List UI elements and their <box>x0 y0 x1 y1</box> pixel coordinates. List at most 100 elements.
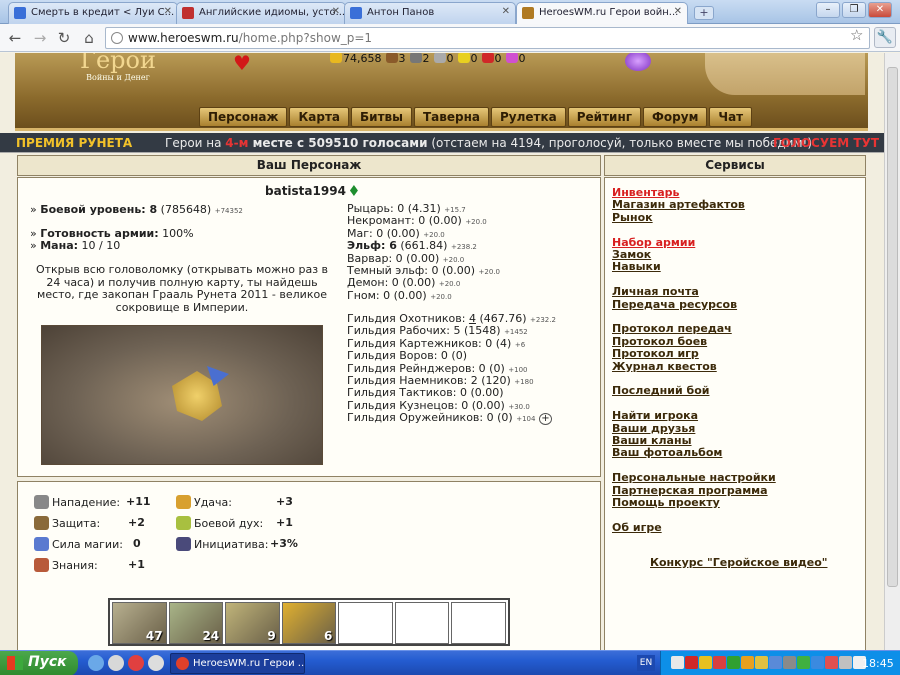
puzzle-map-image[interactable] <box>41 325 323 465</box>
tray-icon[interactable] <box>811 656 824 669</box>
quicklaunch-chrome-icon[interactable] <box>148 655 164 671</box>
tray-icon[interactable] <box>685 656 698 669</box>
resources-bar: 74,658 3 2 0 0 0 0 <box>330 53 530 68</box>
service-link[interactable]: Ваш фотоальбом <box>612 446 722 459</box>
tray-icon[interactable] <box>755 656 768 669</box>
guild-expand-icon[interactable]: + <box>538 413 552 426</box>
tray-icon[interactable] <box>797 656 810 669</box>
menu-item-5[interactable]: Рулетка <box>491 107 566 127</box>
service-link[interactable]: Журнал квестов <box>612 360 717 373</box>
stat-value: +1 <box>276 516 293 529</box>
url-host: www.heroeswm.ru <box>128 31 239 45</box>
home-icon[interactable]: ⌂ <box>79 28 99 48</box>
reload-icon[interactable]: ↻ <box>54 28 74 48</box>
tray-icon[interactable] <box>825 656 838 669</box>
tray-icon[interactable] <box>783 656 796 669</box>
service-link[interactable]: Протокол передач <box>612 322 732 335</box>
shield-icon <box>34 516 49 530</box>
resource-wood: 3 <box>398 53 406 65</box>
stat-value: 0 <box>133 537 141 550</box>
menu-item-4[interactable]: Таверна <box>414 107 489 127</box>
service-link[interactable]: Персональные настройки <box>612 471 776 484</box>
new-tab-button[interactable]: + <box>694 6 714 20</box>
resource-crystals: 0 <box>494 53 502 65</box>
address-bar[interactable]: www.heroeswm.ru/home.php?show_p=1 <box>105 27 870 49</box>
tray-icon[interactable] <box>741 656 754 669</box>
service-link[interactable]: Об игре <box>612 521 662 534</box>
character-header: Ваш Персонаж <box>17 155 601 176</box>
service-link[interactable]: Навыки <box>612 260 661 273</box>
start-button[interactable]: Пуск <box>0 651 78 675</box>
stat-label: Нападение: <box>52 496 121 509</box>
taskbar-chrome-window[interactable]: HeroesWM.ru Герои ... <box>170 653 305 674</box>
quicklaunch-desktop-icon[interactable] <box>108 655 124 671</box>
stat-label: Знания: <box>52 559 98 572</box>
bookmark-star-icon[interactable]: ☆ <box>850 26 863 44</box>
quicklaunch-ie-icon[interactable] <box>88 655 104 671</box>
menu-item-1[interactable]: Персонаж <box>199 107 288 127</box>
maximize-button[interactable]: ❐ <box>842 2 866 18</box>
army-slot[interactable]: 6 <box>281 602 337 644</box>
menu-item-6[interactable]: Рейтинг <box>567 107 642 127</box>
menu-item-2[interactable]: Карта <box>289 107 350 127</box>
minimize-button[interactable]: – <box>816 2 840 18</box>
menu-item-8[interactable]: Чат <box>709 107 753 127</box>
character-name[interactable]: batista1994 <box>265 184 358 198</box>
back-icon[interactable]: ← <box>5 28 25 48</box>
army-slot[interactable] <box>338 602 393 644</box>
menu-item-7[interactable]: Форум <box>643 107 708 127</box>
tab-close-icon[interactable]: ✕ <box>502 6 510 17</box>
browser-toolbar: ← → ↻ ⌂ www.heroeswm.ru/home.php?show_p=… <box>0 24 900 52</box>
tray-icon[interactable] <box>769 656 782 669</box>
army-count: 6 <box>323 629 333 643</box>
scrollbar-thumb[interactable] <box>887 67 898 587</box>
premium-banner: ПРЕМИЯ РУНЕТА Герои на 4-м месте с 50951… <box>0 133 884 153</box>
service-link[interactable]: Магазин артефактов <box>612 198 745 211</box>
army-slot[interactable] <box>451 602 507 644</box>
guild-level-link[interactable]: 4 <box>469 312 476 325</box>
site-logo[interactable]: Герои Войны и Денег <box>63 53 173 93</box>
forward-icon[interactable]: → <box>30 28 50 48</box>
clock: 18:45 <box>862 657 894 670</box>
service-link[interactable]: Передача ресурсов <box>612 298 737 311</box>
tab-title: Антон Панов <box>367 7 435 18</box>
service-link[interactable]: Протокол игр <box>612 347 699 360</box>
tray-icon[interactable] <box>713 656 726 669</box>
stat-value: +3 <box>276 495 293 508</box>
tab-close-icon[interactable]: ✕ <box>674 6 682 17</box>
service-link[interactable]: Найти игрока <box>612 409 698 422</box>
service-link[interactable]: Личная почта <box>612 285 699 298</box>
menu-item-3[interactable]: Битвы <box>351 107 412 127</box>
service-link[interactable]: Помощь проекту <box>612 496 720 509</box>
language-indicator[interactable]: EN <box>637 655 655 671</box>
orb-icon[interactable] <box>625 53 651 71</box>
service-link[interactable]: Последний бой <box>612 384 709 397</box>
close-window-button[interactable]: ✕ <box>868 2 892 18</box>
tab-close-icon[interactable]: ✕ <box>332 6 340 17</box>
tab-2[interactable]: Английские идиомы, усто... ✕ <box>176 2 346 24</box>
contest-link[interactable]: Конкурс "Геройское видео" <box>650 556 827 569</box>
resource-sulfur: 0 <box>470 53 478 65</box>
service-link[interactable]: Рынок <box>612 211 653 224</box>
stat-row: Сила магии: 0 <box>34 537 141 551</box>
tab-1[interactable]: Смерть в кредит < Луи С... ✕ <box>8 2 178 24</box>
quicklaunch-opera-icon[interactable] <box>128 655 144 671</box>
stat-value: +1 <box>128 558 145 571</box>
tab-4[interactable]: HeroesWM.ru Герои войн... ✕ <box>516 2 688 24</box>
tab-3[interactable]: Антон Панов ✕ <box>344 2 516 24</box>
tray-icon[interactable] <box>727 656 740 669</box>
vote-link[interactable]: ГОЛОСУЕМ ТУТ <box>773 133 879 153</box>
vertical-scrollbar[interactable] <box>884 53 900 650</box>
army-slot[interactable] <box>394 602 450 644</box>
army-slot[interactable]: 47 <box>112 602 167 644</box>
army-slot[interactable]: 24 <box>168 602 224 644</box>
tab-close-icon[interactable]: ✕ <box>164 6 172 17</box>
mana: » Мана: 10 / 10 <box>30 239 121 252</box>
windows-taskbar: Пуск HeroesWM.ru Герои ... EN 18:45 <box>0 650 900 675</box>
tray-icon[interactable] <box>839 656 852 669</box>
heart-icon[interactable]: ♥ <box>233 53 251 75</box>
army-slot[interactable]: 9 <box>225 602 280 644</box>
tray-icon[interactable] <box>671 656 684 669</box>
wrench-icon[interactable]: 🔧 <box>874 27 896 48</box>
tray-icon[interactable] <box>699 656 712 669</box>
